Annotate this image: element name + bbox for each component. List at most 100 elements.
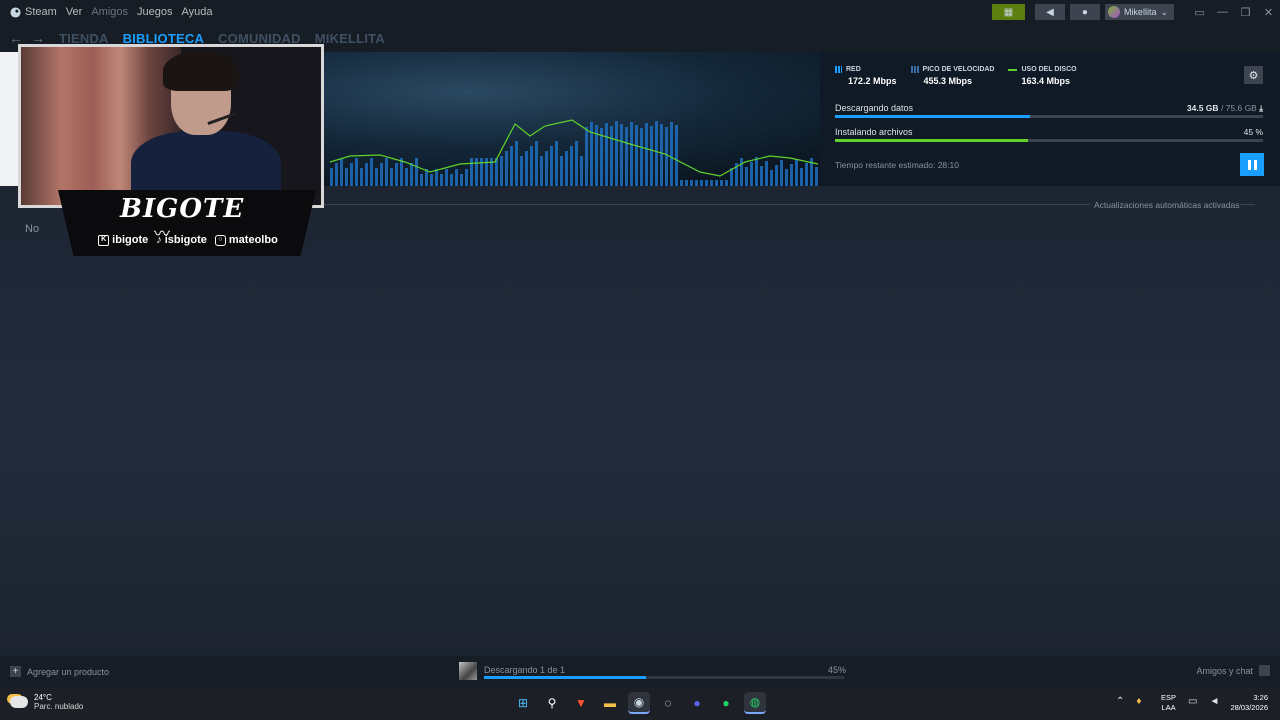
steam-menu-label: Steam (25, 6, 57, 18)
download-size: 34.5 GB / 75.6 GB ⤓ (1187, 103, 1263, 114)
plus-icon: + (10, 666, 21, 677)
disk-usage-line (329, 119, 819, 177)
social-handle: ibigote (112, 234, 149, 246)
pause-icon-bar (1253, 159, 1257, 170)
weather-desc: Parc. nublado (34, 702, 84, 711)
graph-bar (755, 157, 758, 186)
graph-bar (670, 122, 673, 186)
graph-bar (335, 163, 338, 186)
steam-app-icon[interactable]: ◉ (628, 692, 650, 714)
graph-bar (760, 166, 763, 186)
download-game-thumbnail[interactable] (459, 662, 477, 680)
obs-icon[interactable]: ◌ (657, 692, 679, 714)
search-icon[interactable]: ⚲ (541, 692, 563, 714)
big-picture-button[interactable]: ▦ (991, 4, 1025, 20)
microphone-icon[interactable]: ♦ (1136, 696, 1141, 707)
graph-bar (505, 151, 508, 186)
webcam-person-hair (163, 51, 239, 91)
graph-bar (560, 156, 563, 186)
stat-peak-label: PICO DE VELOCIDAD (922, 66, 995, 73)
volume-icon[interactable]: ◄ (1209, 696, 1219, 707)
spotify-icon[interactable]: ● (715, 692, 737, 714)
graph-bar (420, 174, 423, 186)
downloaded-amount: 34.5 GB (1186, 103, 1219, 113)
graph-bar (570, 146, 573, 186)
graph-bar (815, 167, 818, 186)
graph-bar (610, 126, 613, 186)
graph-bar (475, 158, 478, 186)
graph-bar (510, 146, 513, 186)
lang-line1: ESP (1161, 693, 1177, 702)
status-progress-bar (484, 676, 844, 679)
graph-bar (665, 127, 668, 186)
brave-browser-icon[interactable]: ▼ (570, 692, 592, 714)
windows-start-icon[interactable]: ⊞ (512, 692, 534, 714)
close-icon[interactable]: ✕ (1257, 6, 1280, 19)
file-explorer-icon[interactable]: ▬ (599, 692, 621, 714)
menu-amigos[interactable]: Amigos (91, 6, 128, 18)
steam-menu[interactable]: Steam (10, 6, 57, 18)
graph-bar (795, 159, 798, 186)
pause-button[interactable] (1240, 153, 1264, 176)
menu-juegos[interactable]: Juegos (137, 6, 172, 18)
weather-widget[interactable]: 24°C Parc. nublado (10, 693, 83, 711)
announcements-button[interactable]: ◀ (1034, 4, 1065, 20)
overlay-socials: Kibigote ♪ isbigote ○ mateolbo (64, 234, 312, 246)
social-handle: mateolbo (228, 234, 278, 246)
graph-bar (635, 125, 638, 186)
graph-bar (605, 123, 608, 186)
whatsapp-icon[interactable]: ◍ (744, 692, 766, 714)
chevron-up-icon[interactable]: ⌃ (1116, 696, 1124, 707)
download-status-percent: 45% (828, 665, 847, 675)
add-product-button[interactable]: + Agregar un producto (10, 666, 109, 677)
friends-chat-button[interactable]: Amigos y chat (1196, 665, 1270, 676)
account-menu[interactable]: Mikellita ⌄ (1104, 4, 1174, 20)
network-icon[interactable]: ▭ (1188, 696, 1197, 707)
disk-line-icon (1008, 68, 1018, 71)
graph-bar (390, 168, 393, 186)
download-progress-row: Descargando datos 34.5 GB / 75.6 GB ⤓ (835, 103, 1263, 118)
graph-bar (650, 126, 653, 186)
menu-ayuda[interactable]: Ayuda (181, 6, 212, 18)
download-status-text[interactable]: Descargando 1 de 1 (484, 665, 565, 675)
download-stats: RED 172.2 Mbps PICO DE VELOCIDAD 455.3 M… (835, 66, 1077, 86)
graph-bar (345, 168, 348, 186)
avatar (1107, 6, 1120, 18)
menu-ver[interactable]: Ver (66, 6, 83, 18)
downloading-label: Descargando datos (835, 103, 914, 113)
graph-bar (370, 158, 373, 186)
auto-updates-label: Actualizaciones automáticas activadas (1094, 200, 1240, 210)
bell-icon: ● (1081, 6, 1088, 18)
download-settings-button[interactable]: ⚙ (1244, 66, 1263, 84)
graph-bar (600, 128, 603, 186)
graph-bar (515, 141, 518, 186)
notifications-button[interactable]: ● (1069, 4, 1100, 20)
graph-bar (415, 158, 418, 186)
download-progress-bar (835, 115, 1263, 118)
clock-date: 28/03/2026 (1230, 703, 1268, 712)
language-indicator[interactable]: ESP LAA (1161, 693, 1176, 713)
graph-bar (365, 163, 368, 186)
graph-bar (405, 168, 408, 186)
system-tray-icons: ▭ ◄ (1188, 696, 1219, 707)
graph-bar (535, 141, 538, 186)
install-progress-fill (835, 139, 1028, 142)
discord-icon[interactable]: ● (686, 692, 708, 714)
chat-icon (1259, 665, 1270, 676)
downloads-list: Actualizaciones automáticas activadas No (0, 186, 1280, 656)
monitor-icon[interactable]: ▭ (1188, 6, 1211, 19)
stat-disk-label: USO DEL DISCO (1021, 66, 1077, 73)
graph-bar (775, 165, 778, 186)
minimize-icon[interactable]: — (1211, 6, 1234, 18)
graph-bar (465, 169, 468, 186)
webcam-overlay: BIGOTE 〰 Kibigote ♪ isbigote ○ mateolbo (14, 40, 328, 256)
restore-icon[interactable]: ❐ (1234, 6, 1257, 19)
graph-bar (620, 124, 623, 186)
stat-peak: PICO DE VELOCIDAD 455.3 Mbps (910, 66, 995, 86)
graph-bar (375, 168, 378, 186)
clock[interactable]: 3:26 28/03/2026 (1226, 693, 1268, 713)
graph-bar (520, 156, 523, 186)
download-progress-fill (835, 115, 1031, 118)
graph-bar (530, 146, 533, 186)
status-progress-fill (484, 676, 646, 679)
